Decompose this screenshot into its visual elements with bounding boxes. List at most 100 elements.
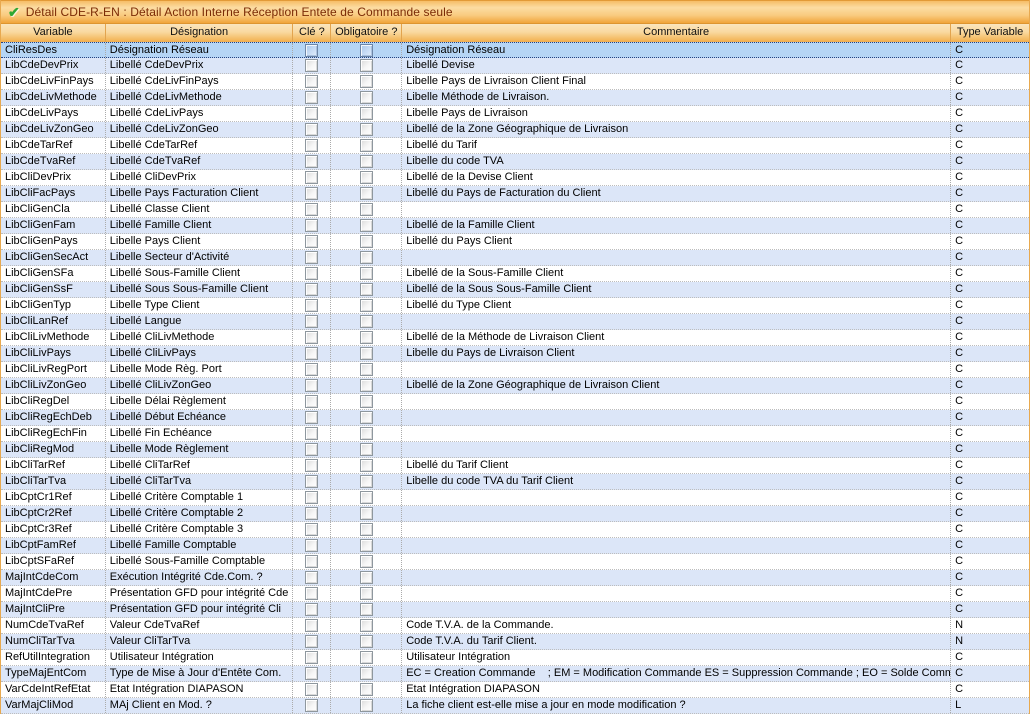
obligatoire-checkbox[interactable] (360, 59, 373, 72)
table-row[interactable]: LibCliRegEchDebLibellé Début EchéanceC (1, 410, 1029, 426)
cle-checkbox[interactable] (305, 171, 318, 184)
table-row[interactable]: LibCptSFaRefLibellé Sous-Famille Comptab… (1, 554, 1029, 570)
cle-checkbox[interactable] (305, 139, 318, 152)
table-row[interactable]: LibCliGenTypLibelle Type ClientLibellé d… (1, 298, 1029, 314)
obligatoire-checkbox[interactable] (360, 299, 373, 312)
cle-checkbox[interactable] (305, 507, 318, 520)
table-row[interactable]: TypeMajEntComType de Mise à Jour d'Entêt… (1, 666, 1029, 682)
cle-checkbox[interactable] (305, 411, 318, 424)
table-row[interactable]: LibCdeDevPrixLibellé CdeDevPrixLibellé D… (1, 58, 1029, 74)
obligatoire-checkbox[interactable] (360, 475, 373, 488)
cle-checkbox[interactable] (305, 619, 318, 632)
cle-checkbox[interactable] (305, 395, 318, 408)
obligatoire-checkbox[interactable] (360, 427, 373, 440)
obligatoire-checkbox[interactable] (360, 587, 373, 600)
table-row[interactable]: LibCliLivPaysLibellé CliLivPaysLibelle d… (1, 346, 1029, 362)
obligatoire-checkbox[interactable] (360, 203, 373, 216)
obligatoire-checkbox[interactable] (360, 139, 373, 152)
cle-checkbox[interactable] (305, 635, 318, 648)
cle-checkbox[interactable] (305, 347, 318, 360)
cle-checkbox[interactable] (305, 75, 318, 88)
table-row[interactable]: LibCliGenFamLibellé Famille ClientLibell… (1, 218, 1029, 234)
cle-checkbox[interactable] (305, 475, 318, 488)
obligatoire-checkbox[interactable] (360, 459, 373, 472)
table-row[interactable]: LibCliLivMethodeLibellé CliLivMethodeLib… (1, 330, 1029, 346)
table-row[interactable]: LibCliGenSecActLibelle Secteur d'Activit… (1, 250, 1029, 266)
obligatoire-checkbox[interactable] (360, 523, 373, 536)
table-row[interactable]: LibCliFacPaysLibelle Pays Facturation Cl… (1, 186, 1029, 202)
obligatoire-checkbox[interactable] (360, 44, 373, 57)
table-row[interactable]: LibCliGenSsFLibellé Sous Sous-Famille Cl… (1, 282, 1029, 298)
obligatoire-checkbox[interactable] (360, 571, 373, 584)
cle-checkbox[interactable] (305, 91, 318, 104)
table-row[interactable]: NumCliTarTvaValeur CliTarTvaCode T.V.A. … (1, 634, 1029, 650)
obligatoire-checkbox[interactable] (360, 331, 373, 344)
table-row[interactable]: LibCdeLivFinPaysLibellé CdeLivFinPaysLib… (1, 74, 1029, 90)
cle-checkbox[interactable] (305, 59, 318, 72)
table-row[interactable]: RefUtilIntegrationUtilisateur Intégratio… (1, 650, 1029, 666)
table-row[interactable]: LibCliRegEchFinLibellé Fin EchéanceC (1, 426, 1029, 442)
column-header-type-variable[interactable]: Type Variable (951, 24, 1029, 42)
obligatoire-checkbox[interactable] (360, 91, 373, 104)
table-row[interactable]: LibCliDevPrixLibellé CliDevPrixLibellé d… (1, 170, 1029, 186)
table-row[interactable]: LibCliLivRegPortLibelle Mode Règ. PortC (1, 362, 1029, 378)
table-row[interactable]: LibCliRegDelLibelle Délai RèglementC (1, 394, 1029, 410)
cle-checkbox[interactable] (305, 251, 318, 264)
column-header-commentaire[interactable]: Commentaire (402, 24, 951, 42)
obligatoire-checkbox[interactable] (360, 635, 373, 648)
table-row[interactable]: CliResDesDésignation RéseauDésignation R… (1, 42, 1029, 58)
obligatoire-checkbox[interactable] (360, 539, 373, 552)
obligatoire-checkbox[interactable] (360, 651, 373, 664)
table-row[interactable]: LibCptFamRefLibellé Famille ComptableC (1, 538, 1029, 554)
table-row[interactable]: LibCptCr3RefLibellé Critère Comptable 3C (1, 522, 1029, 538)
cle-checkbox[interactable] (305, 315, 318, 328)
obligatoire-checkbox[interactable] (360, 395, 373, 408)
obligatoire-checkbox[interactable] (360, 619, 373, 632)
obligatoire-checkbox[interactable] (360, 107, 373, 120)
table-row[interactable]: MajIntCdePrePrésentation GFD pour intégr… (1, 586, 1029, 602)
table-row[interactable]: LibCdeTvaRefLibellé CdeTvaRefLibelle du … (1, 154, 1029, 170)
cle-checkbox[interactable] (305, 267, 318, 280)
table-row[interactable]: NumCdeTvaRefValeur CdeTvaRefCode T.V.A. … (1, 618, 1029, 634)
obligatoire-checkbox[interactable] (360, 443, 373, 456)
cle-checkbox[interactable] (305, 683, 318, 696)
obligatoire-checkbox[interactable] (360, 683, 373, 696)
obligatoire-checkbox[interactable] (360, 75, 373, 88)
obligatoire-checkbox[interactable] (360, 171, 373, 184)
table-row[interactable]: LibCliTarTvaLibellé CliTarTvaLibelle du … (1, 474, 1029, 490)
obligatoire-checkbox[interactable] (360, 251, 373, 264)
cle-checkbox[interactable] (305, 443, 318, 456)
cle-checkbox[interactable] (305, 123, 318, 136)
obligatoire-checkbox[interactable] (360, 235, 373, 248)
cle-checkbox[interactable] (305, 571, 318, 584)
cle-checkbox[interactable] (305, 44, 318, 57)
table-row[interactable]: LibCdeLivZonGeoLibellé CdeLivZonGeoLibel… (1, 122, 1029, 138)
cle-checkbox[interactable] (305, 603, 318, 616)
cle-checkbox[interactable] (305, 427, 318, 440)
cle-checkbox[interactable] (305, 363, 318, 376)
table-row[interactable]: LibCliLivZonGeoLibellé CliLivZonGeoLibel… (1, 378, 1029, 394)
table-row[interactable]: LibCliLanRefLibellé LangueC (1, 314, 1029, 330)
table-row[interactable]: LibCptCr1RefLibellé Critère Comptable 1C (1, 490, 1029, 506)
obligatoire-checkbox[interactable] (360, 267, 373, 280)
obligatoire-checkbox[interactable] (360, 555, 373, 568)
cle-checkbox[interactable] (305, 379, 318, 392)
obligatoire-checkbox[interactable] (360, 379, 373, 392)
table-row[interactable]: VarMajCliModMAj Client en Mod. ?La fiche… (1, 698, 1029, 714)
cle-checkbox[interactable] (305, 155, 318, 168)
column-header-cle[interactable]: Clé ? (293, 24, 331, 42)
obligatoire-checkbox[interactable] (360, 315, 373, 328)
table-row[interactable]: LibCdeLivMethodeLibellé CdeLivMethodeLib… (1, 90, 1029, 106)
cle-checkbox[interactable] (305, 523, 318, 536)
cle-checkbox[interactable] (305, 555, 318, 568)
table-row[interactable]: LibCdeTarRefLibellé CdeTarRefLibellé du … (1, 138, 1029, 154)
cle-checkbox[interactable] (305, 107, 318, 120)
cle-checkbox[interactable] (305, 203, 318, 216)
column-header-obligatoire[interactable]: Obligatoire ? (331, 24, 402, 42)
cle-checkbox[interactable] (305, 219, 318, 232)
obligatoire-checkbox[interactable] (360, 507, 373, 520)
table-row[interactable]: LibCliGenClaLibellé Classe ClientC (1, 202, 1029, 218)
obligatoire-checkbox[interactable] (360, 123, 373, 136)
cle-checkbox[interactable] (305, 235, 318, 248)
cle-checkbox[interactable] (305, 651, 318, 664)
